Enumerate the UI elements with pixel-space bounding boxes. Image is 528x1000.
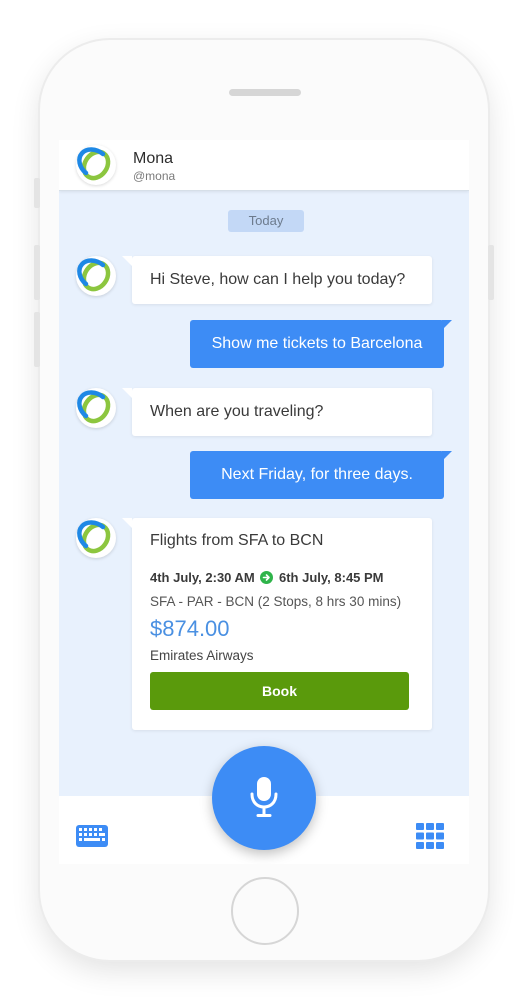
bot-message-bubble: When are you traveling? [122,388,432,436]
phone-power-button [488,245,494,300]
arrow-right-icon [260,571,274,584]
return-time: 6th July, 8:45 PM [279,570,384,585]
chat-screen: Mona @mona Today Hi Steve, how can I hel… [59,140,469,864]
contact-handle: @mona [133,169,176,183]
flight-card: Flights from SFA to BCN 4th July, 2:30 A… [122,518,432,730]
ring-logo-icon [76,388,116,428]
microphone-icon [250,777,278,817]
microphone-button[interactable] [212,746,316,850]
phone-side-button [34,178,40,208]
book-button[interactable]: Book [150,672,409,710]
flight-times: 4th July, 2:30 AM 6th July, 8:45 PM [150,570,384,585]
message-text: Next Friday, for three days. [221,466,413,483]
flight-card-title: Flights from SFA to BCN [150,532,324,549]
depart-time: 4th July, 2:30 AM [150,570,255,585]
user-message-bubble: Next Friday, for three days. [190,451,452,499]
date-separator: Today [228,210,304,232]
bot-message-bubble: Hi Steve, how can I help you today? [122,256,432,304]
contact-name: Mona [133,150,174,167]
ring-logo-icon [76,256,116,296]
message-text: When are you traveling? [150,403,324,420]
phone-volume-up [34,245,40,300]
message-text: Show me tickets to Barcelona [211,335,423,352]
phone-home-button[interactable] [231,877,299,945]
grid-icon[interactable] [416,823,444,849]
flight-price: $874.00 [150,616,230,641]
ring-logo-icon [76,518,116,558]
user-message-bubble: Show me tickets to Barcelona [190,320,452,368]
phone-volume-down [34,312,40,367]
airline-name: Emirates Airways [150,648,254,663]
keyboard-icon[interactable] [76,825,108,847]
ring-logo-icon[interactable] [76,145,116,185]
message-text: Hi Steve, how can I help you today? [150,271,406,288]
chat-header: Mona @mona [59,140,469,191]
phone-speaker [229,89,301,96]
flight-route: SFA - PAR - BCN (2 Stops, 8 hrs 30 mins) [150,594,402,609]
